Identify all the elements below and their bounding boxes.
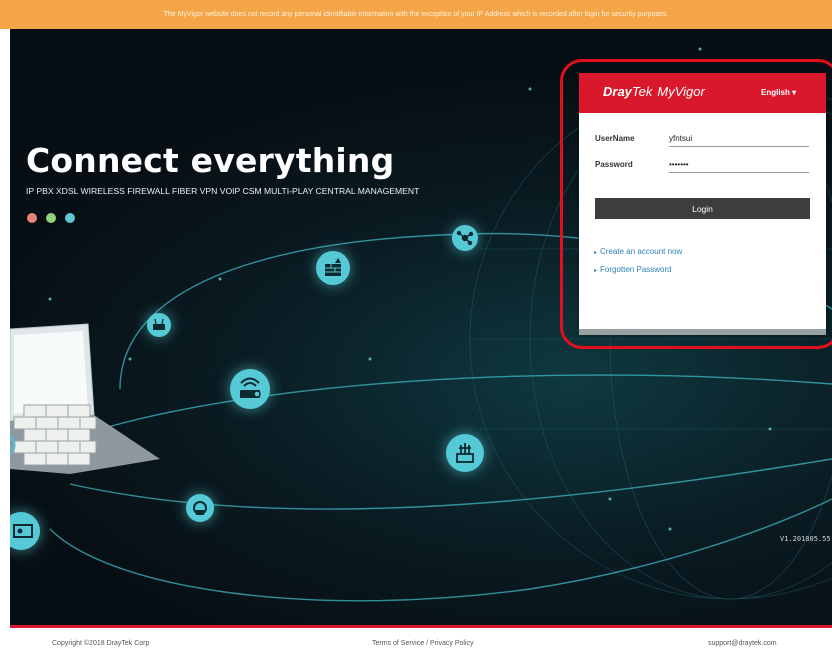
page: The MyVigor website does not record any … (0, 0, 832, 652)
laptop-firewall-illustration (10, 323, 160, 474)
password-label: Password (595, 160, 633, 169)
firewall-icon (316, 251, 350, 285)
switch-icon (446, 434, 484, 472)
brand-dray: Dray (603, 84, 632, 99)
login-panel: DrayTek MyVigor English ▾ UserName Passwo… (579, 73, 826, 335)
login-button[interactable]: Login (595, 198, 810, 219)
username-input[interactable] (669, 131, 809, 147)
privacy-notice-bar: The MyVigor website does not record any … (0, 0, 832, 29)
slide-dot[interactable] (27, 213, 37, 223)
version-label: V1.201805.55 (780, 535, 831, 543)
slide-indicator (27, 213, 75, 223)
login-header: DrayTek MyVigor English ▾ (579, 73, 826, 113)
hero-tagline: IP PBX XDSL WIRELESS FIREWALL FIBER VPN … (26, 186, 420, 196)
password-input[interactable] (669, 157, 809, 173)
forgotten-password-link[interactable]: Forgotten Password (594, 265, 672, 274)
wifi-router-icon (230, 369, 270, 409)
terms-privacy-link[interactable]: Terms of Service / Privacy Policy (372, 640, 474, 647)
support-email-link[interactable]: support@draytek.com (708, 640, 777, 647)
create-account-link[interactable]: Create an account now (594, 247, 682, 256)
username-label: UserName (595, 134, 635, 143)
slide-dot[interactable] (65, 213, 75, 223)
brand-tek: Tek (631, 84, 653, 99)
display-icon (10, 512, 40, 550)
voip-icon (186, 494, 214, 522)
network-icon (452, 225, 478, 251)
draytek-myvigor-logo: DrayTek MyVigor (603, 84, 705, 99)
language-dropdown[interactable]: English ▾ (761, 88, 796, 97)
username-row: UserName (595, 131, 809, 147)
password-row: Password (595, 157, 809, 173)
brand-product: MyVigor (657, 84, 705, 99)
footer-divider (10, 625, 832, 628)
hero-headline: Connect everything (26, 141, 395, 180)
copyright-text: Copyright ©2018 DrayTek Corp (52, 640, 150, 647)
slide-dot[interactable] (46, 213, 56, 223)
